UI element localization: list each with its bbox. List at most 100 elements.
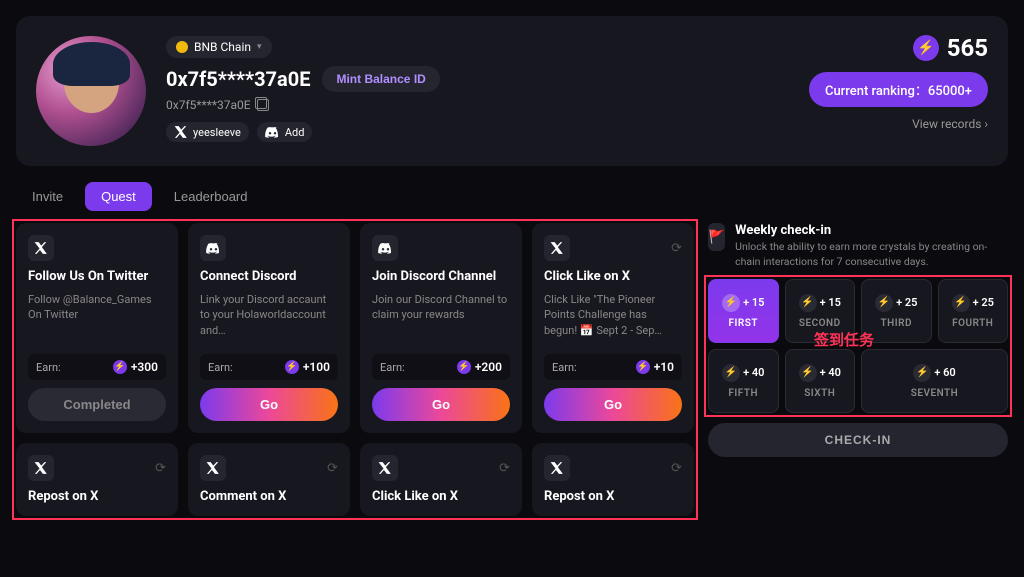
ranking-label: Current ranking： <box>825 84 928 99</box>
quest-desc: Follow @Balance_Games On Twitter <box>28 292 166 346</box>
day-label: SECOND <box>799 318 841 329</box>
earn-row: Earn:⚡+100 <box>200 354 338 380</box>
go-button[interactable]: Go <box>544 388 682 421</box>
quest-title: Click Like on X <box>544 269 682 284</box>
quests-section: 社交任务 Follow Us On TwitterFollow @Balance… <box>16 223 694 516</box>
tab-leaderboard[interactable]: Leaderboard <box>158 182 264 211</box>
quest-title: Connect Discord <box>200 269 338 284</box>
bolt-icon: ⚡ <box>875 294 893 312</box>
earn-row: Earn:⚡+10 <box>544 354 682 380</box>
bolt-icon: ⚡ <box>285 360 299 374</box>
chain-label: BNB Chain <box>194 40 251 54</box>
tab-invite[interactable]: Invite <box>16 182 79 211</box>
x-icon <box>544 235 570 261</box>
quest-card: Join Discord Channel Join our Discord Cha… <box>360 223 522 433</box>
checkin-day[interactable]: ⚡+ 40 FIFTH <box>708 349 779 413</box>
day-label: FIFTH <box>728 388 758 399</box>
discord-icon <box>372 235 398 261</box>
bolt-icon: ⚡ <box>913 364 931 382</box>
refresh-icon[interactable]: ⟳ <box>327 461 338 476</box>
checkin-day[interactable]: ⚡+ 25THIRD <box>861 279 932 343</box>
quest-title: Join Discord Channel <box>372 269 510 284</box>
checkin-day[interactable]: ⚡+ 60SEVENTH <box>861 349 1008 413</box>
checkin-day[interactable]: ⚡+ 15 SECOND <box>785 279 856 343</box>
ranking-badge: Current ranking：65000+ <box>809 72 988 107</box>
quest-title: Comment on X <box>200 489 338 504</box>
view-records-link[interactable]: View records › <box>912 117 988 131</box>
day-reward: + 40 <box>743 366 764 379</box>
earn-label: Earn: <box>380 361 405 374</box>
wallet-address: 0x7f5****37a0E <box>166 67 310 91</box>
mint-balance-id-button[interactable]: Mint Balance ID <box>322 66 439 92</box>
quest-card: ⟳ Click Like on X <box>360 443 522 516</box>
x-icon <box>174 125 188 139</box>
x-icon <box>28 455 54 481</box>
earn-row: Earn:⚡+300 <box>28 354 166 380</box>
discord-icon <box>200 235 226 261</box>
checkin-day[interactable]: ⚡+ 25 FOURTH <box>938 279 1009 343</box>
quest-desc: Join our Discord Channel to claim your r… <box>372 292 510 346</box>
day-reward: + 15 <box>820 296 841 309</box>
go-button[interactable]: Go <box>200 388 338 421</box>
refresh-icon[interactable]: ⟳ <box>671 461 682 476</box>
ranking-value: 65000+ <box>928 84 972 99</box>
earn-label: Earn: <box>552 361 577 374</box>
profile-card: BNB Chain ▾ 0x7f5****37a0E Mint Balance … <box>16 16 1008 166</box>
copy-icon[interactable] <box>257 99 269 111</box>
avatar <box>36 36 146 146</box>
chevron-right-icon: › <box>984 117 988 131</box>
bolt-icon: ⚡ <box>722 294 740 312</box>
wallet-address-full: 0x7f5****37a0E <box>166 98 251 112</box>
chain-selector[interactable]: BNB Chain ▾ <box>166 36 272 58</box>
quest-card: ⟳Repost on X <box>532 443 694 516</box>
earn-row: Earn: ⚡ +200 <box>372 354 510 380</box>
quest-card: Follow Us On Twitter Follow @Balance_Game… <box>16 223 178 433</box>
checkin-button[interactable]: CHECK-IN <box>708 423 1008 457</box>
tab-quest[interactable]: Quest <box>85 182 152 211</box>
twitter-handle: yeesleeve <box>193 126 241 139</box>
discord-action: Add <box>285 126 305 139</box>
twitter-chip[interactable]: yeesleeve <box>166 122 249 142</box>
discord-chip[interactable]: Add <box>257 122 313 142</box>
checkin-title: Weekly check-in <box>735 223 1008 238</box>
x-icon <box>372 455 398 481</box>
x-icon <box>544 455 570 481</box>
refresh-icon[interactable]: ⟳ <box>671 241 682 256</box>
day-label: THIRD <box>881 318 912 329</box>
quest-desc: Click Like "The Pioneer Points Challenge… <box>544 292 682 346</box>
quest-title: Follow Us On Twitter <box>28 269 166 284</box>
quest-card: ⟳ Click Like on X Click Like "The Pioneer … <box>532 223 694 433</box>
bnb-icon <box>176 41 188 53</box>
refresh-icon[interactable]: ⟳ <box>499 461 510 476</box>
quest-card: ⟳ Comment on X <box>188 443 350 516</box>
points-display: ⚡ 565 <box>913 34 988 62</box>
checkin-day[interactable]: ⚡+ 15FIRST <box>708 279 779 343</box>
bolt-icon: ⚡ <box>457 360 471 374</box>
refresh-icon[interactable]: ⟳ <box>155 461 166 476</box>
earn-value: +10 <box>654 360 674 374</box>
bolt-icon: ⚡ <box>913 35 939 61</box>
earn-value: +300 <box>131 360 158 374</box>
discord-icon <box>265 126 280 138</box>
points-value: 565 <box>947 34 988 62</box>
quest-desc: Link your Discord accaunt to your Holawo… <box>200 292 338 346</box>
bolt-icon: ⚡ <box>722 364 740 382</box>
quest-card: Connect Discord Link your Discord accaunt… <box>188 223 350 433</box>
day-label: SIXTH <box>804 388 835 399</box>
tabs: Invite Quest Leaderboard <box>16 182 1008 211</box>
checkin-day[interactable]: ⚡+ 40SIXTH <box>785 349 856 413</box>
day-reward: + 25 <box>973 296 994 309</box>
day-label: FIRST <box>729 318 758 329</box>
bolt-icon: ⚡ <box>799 294 817 312</box>
day-label: FOURTH <box>952 318 993 329</box>
earn-label: Earn: <box>208 361 233 374</box>
earn-value: +200 <box>475 360 502 374</box>
flag-icon: 🚩 <box>708 223 725 251</box>
quest-title: Click Like on X <box>372 489 510 504</box>
earn-label: Earn: <box>36 361 61 374</box>
bolt-icon: ⚡ <box>799 364 817 382</box>
quest-title: Repost on X <box>28 489 166 504</box>
go-button[interactable]: Go <box>372 388 510 421</box>
bolt-icon: ⚡ <box>952 294 970 312</box>
checkin-section: 🚩 Weekly check-in Unlock the ability to … <box>708 223 1008 516</box>
